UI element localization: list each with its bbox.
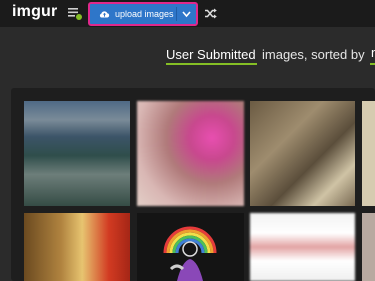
gallery-thumbnail[interactable] — [24, 101, 130, 206]
upload-dropdown-button[interactable] — [177, 4, 196, 24]
gallery-thumbnail[interactable] — [137, 213, 244, 281]
gallery-thumbnail[interactable] — [362, 101, 375, 206]
sort-selected-underline — [166, 63, 257, 65]
upload-images-control: upload images — [88, 2, 198, 26]
top-navigation-bar: imgur upload images — [0, 0, 375, 27]
chevron-down-icon — [182, 11, 191, 18]
cloud-upload-icon — [99, 11, 110, 18]
gallery-thumbnail[interactable] — [362, 213, 375, 281]
gallery-thumbnail[interactable] — [250, 213, 355, 281]
upload-images-label: upload images — [115, 9, 174, 19]
sort-description: images, sorted by — [262, 47, 365, 62]
menu-icon[interactable] — [68, 6, 82, 20]
upload-images-button[interactable]: upload images — [90, 4, 176, 24]
rainbow-illustration — [163, 226, 217, 281]
sort-user-submitted[interactable]: User Submitted — [166, 47, 256, 62]
sort-option-next[interactable]: n — [371, 45, 375, 60]
gallery-thumbnail[interactable] — [24, 213, 130, 281]
sort-option-underline — [370, 63, 375, 65]
gallery-thumbnail[interactable] — [250, 101, 355, 206]
gallery-thumbnail[interactable] — [137, 101, 244, 206]
shuffle-icon[interactable] — [204, 7, 217, 20]
imgur-logo[interactable]: imgur — [12, 3, 57, 21]
